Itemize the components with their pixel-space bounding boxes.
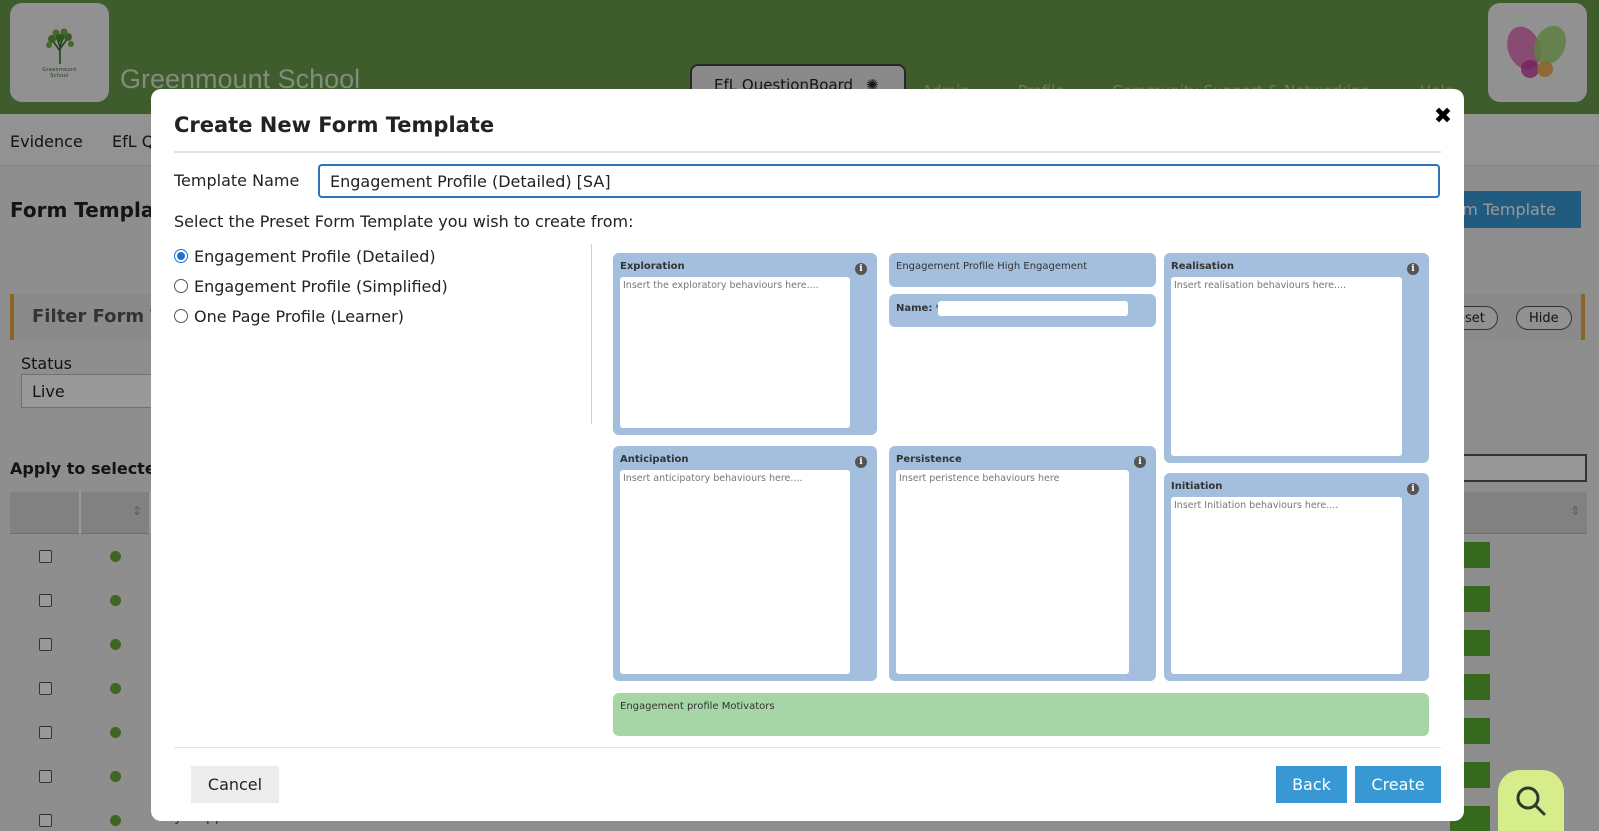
preview-label: Engagement profile Motivators	[620, 701, 775, 712]
create-button[interactable]: Create	[1355, 766, 1441, 803]
preview-label: Realisation	[1171, 261, 1234, 272]
preview-textarea: Insert the exploratory behaviours here..…	[620, 277, 850, 428]
option-label: One Page Profile (Learner)	[194, 306, 404, 326]
info-icon[interactable]: i	[855, 456, 867, 468]
info-icon[interactable]: i	[1134, 456, 1146, 468]
cancel-button[interactable]: Cancel	[191, 766, 279, 803]
preset-option-one-page[interactable]: One Page Profile (Learner)	[174, 301, 448, 331]
modal-title: Create New Form Template	[174, 113, 495, 137]
search-fab-button[interactable]	[1498, 770, 1564, 831]
info-icon[interactable]: i	[855, 263, 867, 275]
preview-label: Name: *	[896, 303, 942, 314]
preset-option-simplified[interactable]: Engagement Profile (Simplified)	[174, 271, 448, 301]
close-icon[interactable]: ✖	[1431, 105, 1455, 129]
radio-button[interactable]	[174, 309, 188, 323]
divider	[174, 151, 1441, 153]
preview-initiation: Initiation i Insert Initiation behaviour…	[1164, 473, 1429, 681]
info-icon[interactable]: i	[1407, 263, 1419, 275]
preset-select-label: Select the Preset Form Template you wish…	[174, 212, 634, 231]
preview-name-row: Name: *	[889, 294, 1156, 327]
divider	[591, 244, 592, 424]
preview-label: Anticipation	[620, 454, 689, 465]
preset-options: Engagement Profile (Detailed) Engagement…	[174, 241, 448, 331]
option-label: Engagement Profile (Simplified)	[194, 276, 448, 296]
preview-motivators: Engagement profile Motivators	[613, 693, 1429, 736]
info-icon[interactable]: i	[1407, 483, 1419, 495]
preview-label: Exploration	[620, 261, 685, 272]
template-name-label: Template Name	[174, 171, 300, 190]
radio-button[interactable]	[174, 249, 188, 263]
radio-button[interactable]	[174, 279, 188, 293]
search-icon	[1516, 786, 1546, 816]
preview-label: Engagement Profile High Engagement	[896, 261, 1088, 272]
preview-label: Persistence	[896, 454, 962, 465]
preview-label: Initiation	[1171, 481, 1223, 492]
preview-anticipation: Anticipation i Insert anticipatory behav…	[613, 446, 877, 681]
preview-textarea: Insert anticipatory behaviours here....	[620, 470, 850, 674]
preview-high-engagement: Engagement Profile High Engagement	[889, 253, 1156, 287]
preset-option-detailed[interactable]: Engagement Profile (Detailed)	[174, 241, 448, 271]
preview-name-field	[938, 301, 1128, 316]
preview-exploration: Exploration i Insert the exploratory beh…	[613, 253, 877, 435]
preview-realisation: Realisation i Insert realisation behavio…	[1164, 253, 1429, 463]
preview-textarea: Insert peristence behaviours here	[896, 470, 1129, 674]
option-label: Engagement Profile (Detailed)	[194, 246, 436, 266]
template-name-input[interactable]	[318, 164, 1440, 198]
create-template-modal: Create New Form Template ✖ Template Name…	[151, 89, 1464, 821]
preview-textarea: Insert realisation behaviours here....	[1171, 277, 1402, 456]
divider	[174, 747, 1441, 748]
preview-persistence: Persistence i Insert peristence behaviou…	[889, 446, 1156, 681]
back-button[interactable]: Back	[1276, 766, 1347, 803]
preview-textarea: Insert Initiation behaviours here....	[1171, 497, 1402, 674]
